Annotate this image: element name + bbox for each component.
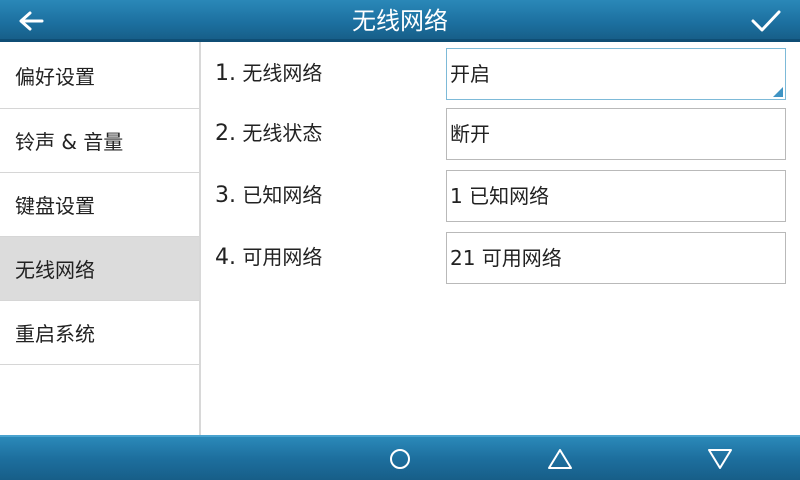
setting-row-status: 2. 无线状态 断开 xyxy=(201,106,800,160)
sidebar-item-label: 偏好设置 xyxy=(15,64,95,89)
checkmark-icon xyxy=(751,10,781,32)
sidebar-item-preferences[interactable]: 偏好设置 xyxy=(0,42,199,109)
wifi-settings-screen: 无线网络 偏好设置 铃声 & 音量 键盘设置 无线网络 重启系统 1. 无线网络… xyxy=(0,0,800,480)
dropdown-corner-icon xyxy=(773,87,783,97)
page-title: 无线网络 xyxy=(352,7,448,35)
up-button[interactable] xyxy=(535,437,585,480)
navigation-bar xyxy=(0,435,800,480)
setting-name: 无线状态 xyxy=(242,121,323,145)
setting-label: 1. 无线网络 xyxy=(215,46,322,100)
known-networks-field[interactable]: 1 已知网络 xyxy=(446,170,786,222)
sidebar-item-reboot[interactable]: 重启系统 xyxy=(0,301,199,365)
title-bar: 无线网络 xyxy=(0,0,800,42)
setting-label: 2. 无线状态 xyxy=(215,106,322,160)
sidebar-item-label: 键盘设置 xyxy=(15,194,95,218)
triangle-down-icon xyxy=(708,448,732,469)
available-networks-field[interactable]: 21 可用网络 xyxy=(446,232,786,284)
sidebar-item-wireless[interactable]: 无线网络 xyxy=(0,237,199,301)
setting-number: 1. xyxy=(215,61,236,86)
settings-sidebar: 偏好设置 铃声 & 音量 键盘设置 无线网络 重启系统 xyxy=(0,42,201,435)
wireless-settings-panel: 1. 无线网络 开启 2. 无线状态 断开 3. 已知网络 1 已知网络 4. … xyxy=(201,42,800,435)
sidebar-item-label: 铃声 & 音量 xyxy=(15,130,124,154)
down-button[interactable] xyxy=(695,437,745,480)
setting-row-available-networks: 4. 可用网络 21 可用网络 xyxy=(201,230,800,284)
setting-number: 2. xyxy=(215,121,236,146)
triangle-up-icon xyxy=(548,448,572,469)
confirm-button[interactable] xyxy=(722,0,782,42)
field-value: 1 已知网络 xyxy=(450,184,550,208)
setting-label: 4. 可用网络 xyxy=(215,230,322,284)
setting-number: 4. xyxy=(215,245,236,270)
setting-number: 3. xyxy=(215,183,236,208)
setting-row-wireless: 1. 无线网络 开启 xyxy=(201,46,800,100)
home-button[interactable] xyxy=(375,437,425,480)
circle-home-icon xyxy=(390,448,410,469)
setting-name: 可用网络 xyxy=(242,245,323,269)
field-value: 断开 xyxy=(450,122,490,146)
wireless-status-field[interactable]: 断开 xyxy=(446,108,786,160)
setting-name: 已知网络 xyxy=(242,183,323,207)
setting-label: 3. 已知网络 xyxy=(215,168,322,222)
sidebar-item-label: 重启系统 xyxy=(15,322,95,346)
field-value: 21 可用网络 xyxy=(450,246,562,270)
sidebar-item-label: 无线网络 xyxy=(15,258,95,282)
setting-row-known-networks: 3. 已知网络 1 已知网络 xyxy=(201,168,800,222)
field-value: 开启 xyxy=(450,62,490,86)
setting-name: 无线网络 xyxy=(242,61,323,85)
wireless-toggle-select[interactable]: 开启 xyxy=(446,48,786,100)
sidebar-item-ringtone-volume[interactable]: 铃声 & 音量 xyxy=(0,109,199,173)
sidebar-item-keyboard[interactable]: 键盘设置 xyxy=(0,173,199,237)
